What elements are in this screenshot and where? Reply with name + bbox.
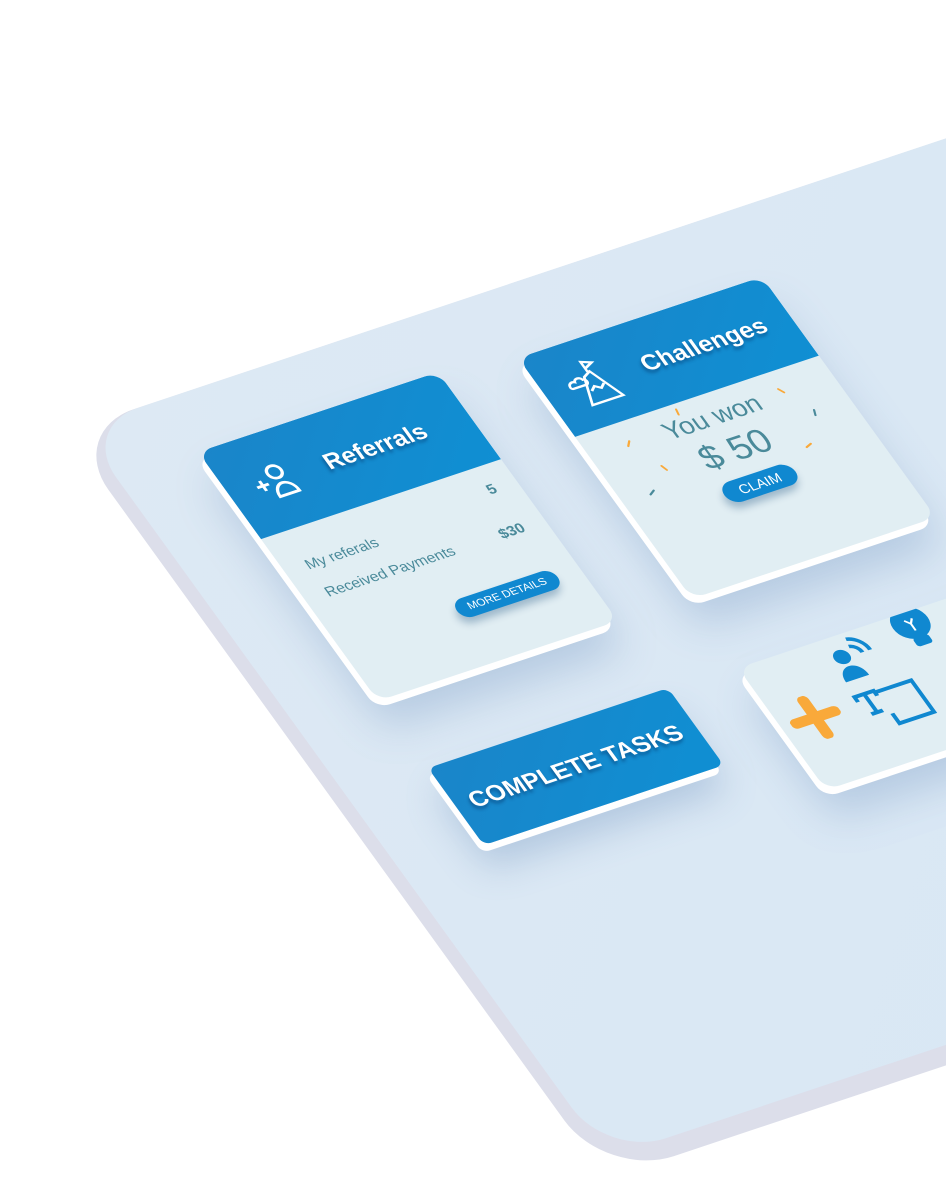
challenges-title: Challenges	[634, 312, 774, 377]
referrals-title: Referrals	[317, 418, 434, 475]
mountain-flag-icon	[567, 360, 626, 407]
add-user-icon	[256, 463, 302, 498]
broadcast-user-icon[interactable]	[818, 631, 896, 689]
row-label: My referals	[301, 534, 383, 573]
more-details-button[interactable]: MORE DETAILS	[450, 568, 565, 620]
plus-icon[interactable]	[776, 689, 854, 747]
text-box-icon[interactable]	[850, 674, 941, 736]
row-value: 5	[482, 481, 501, 498]
